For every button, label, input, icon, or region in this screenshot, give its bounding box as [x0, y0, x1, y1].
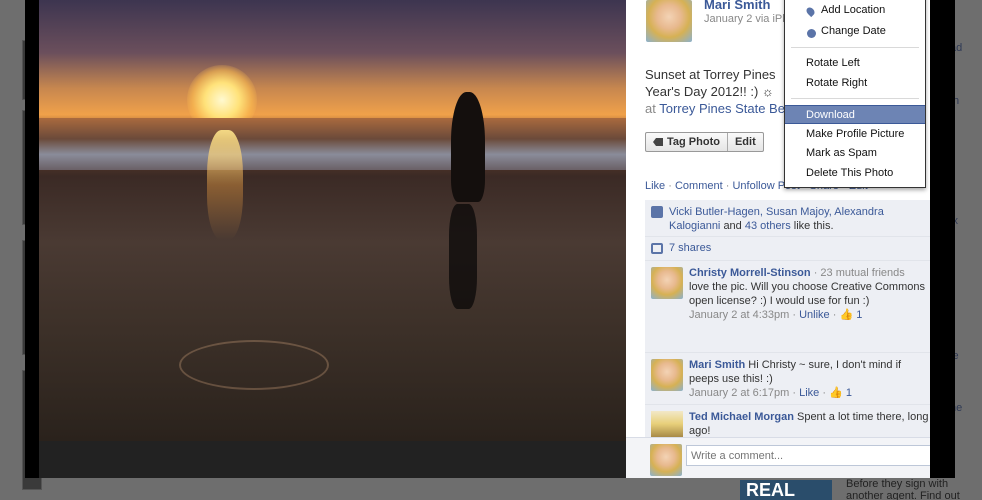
separator: ·: [725, 180, 730, 192]
commenter-avatar[interactable]: [651, 359, 683, 391]
caption-location: at Torrey Pines State Be: [645, 101, 785, 116]
menu-label: Change Date: [821, 25, 886, 37]
photo-options-menu: Add Location Change Date Rotate Left Rot…: [784, 0, 926, 188]
menu-mark-as-spam[interactable]: Mark as Spam: [785, 144, 925, 163]
location-prefix: at: [645, 101, 656, 116]
likes-and: and: [723, 220, 742, 232]
location-link[interactable]: Torrey Pines State Be: [659, 101, 785, 116]
viewer-avatar: [650, 444, 682, 476]
photo-footer: [39, 441, 626, 478]
photo-sea: [39, 118, 626, 170]
tag-photo-button[interactable]: Tag Photo: [646, 133, 727, 151]
comment-meta: January 2 at 4:33pm · Unlike · 👍 1: [689, 309, 863, 321]
owner-meta: January 2 via iPl: [704, 13, 785, 25]
separator: ·: [668, 180, 672, 192]
menu-add-location[interactable]: Add Location: [785, 1, 925, 20]
shares-summary[interactable]: 7 shares: [645, 237, 930, 261]
menu-download[interactable]: Download: [785, 105, 925, 124]
ad-text: Before they sign with another agent. Fin…: [846, 478, 960, 500]
comment-like-count[interactable]: 👍 1: [829, 387, 852, 399]
likes-suffix: like this.: [793, 220, 834, 232]
photo[interactable]: [39, 0, 626, 441]
photo-reflection: [207, 130, 243, 240]
comment-author[interactable]: Mari Smith: [689, 359, 745, 371]
thumbs-up-icon: [651, 206, 663, 218]
comment-time[interactable]: January 2 at 4:33pm: [689, 309, 789, 321]
comment-time[interactable]: January 2 at 6:17pm: [689, 387, 789, 399]
photo-child-reflection: [449, 204, 477, 309]
others-link[interactable]: 43 others: [745, 220, 791, 232]
like-link[interactable]: Like: [645, 180, 665, 192]
mutual-friends: · 23 mutual friends: [813, 267, 905, 279]
edit-button[interactable]: Edit: [726, 133, 763, 151]
menu-delete-photo[interactable]: Delete This Photo: [785, 164, 925, 183]
menu-rotate-left[interactable]: Rotate Left: [785, 54, 925, 73]
photo-ripple: [179, 340, 329, 390]
menu-divider: [791, 98, 919, 99]
ad-logo[interactable]: REAL: [740, 480, 832, 500]
shares-label: 7 shares: [669, 242, 712, 254]
owner-avatar[interactable]: [646, 0, 692, 42]
photo-child-silhouette: [451, 92, 485, 202]
commenter-avatar[interactable]: [651, 267, 683, 299]
comment: Christy Morrell-Stinson · 23 mutual frie…: [645, 261, 930, 353]
menu-make-profile-picture[interactable]: Make Profile Picture: [785, 125, 925, 144]
comment-text: love the pic. Will you choose Creative C…: [689, 281, 925, 307]
likes-summary: Vicki Butler-Hagen, Susan Majoy, Alexand…: [645, 200, 930, 237]
comment-like-count[interactable]: 👍 1: [839, 309, 862, 321]
unlike-link[interactable]: Unlike: [799, 309, 830, 321]
comment: Mari Smith Hi Christy ~ sure, I don't mi…: [645, 353, 930, 405]
photo-action-buttons: Tag Photo Edit: [645, 132, 764, 152]
menu-rotate-right[interactable]: Rotate Right: [785, 74, 925, 93]
tag-icon: [653, 138, 663, 146]
comment-composer: [626, 437, 930, 478]
comment-link[interactable]: Comment: [675, 180, 723, 192]
owner-name[interactable]: Mari Smith: [704, 0, 770, 12]
clock-icon: [807, 29, 816, 38]
tag-photo-label: Tag Photo: [667, 136, 720, 148]
comment-meta: January 2 at 6:17pm · Like · 👍 1: [689, 387, 852, 399]
like-count: 1: [845, 387, 852, 399]
menu-label: Add Location: [821, 4, 886, 16]
comment-input[interactable]: [686, 445, 930, 466]
feedback-panel: Vicki Butler-Hagen, Susan Majoy, Alexand…: [645, 200, 930, 445]
share-icon: [651, 243, 663, 254]
comment-author[interactable]: Christy Morrell-Stinson: [689, 267, 811, 279]
menu-change-date[interactable]: Change Date: [785, 22, 925, 41]
menu-divider: [791, 47, 919, 48]
like-count: 1: [856, 309, 863, 321]
comment-author[interactable]: Ted Michael Morgan: [689, 411, 794, 423]
like-link[interactable]: Like: [799, 387, 819, 399]
